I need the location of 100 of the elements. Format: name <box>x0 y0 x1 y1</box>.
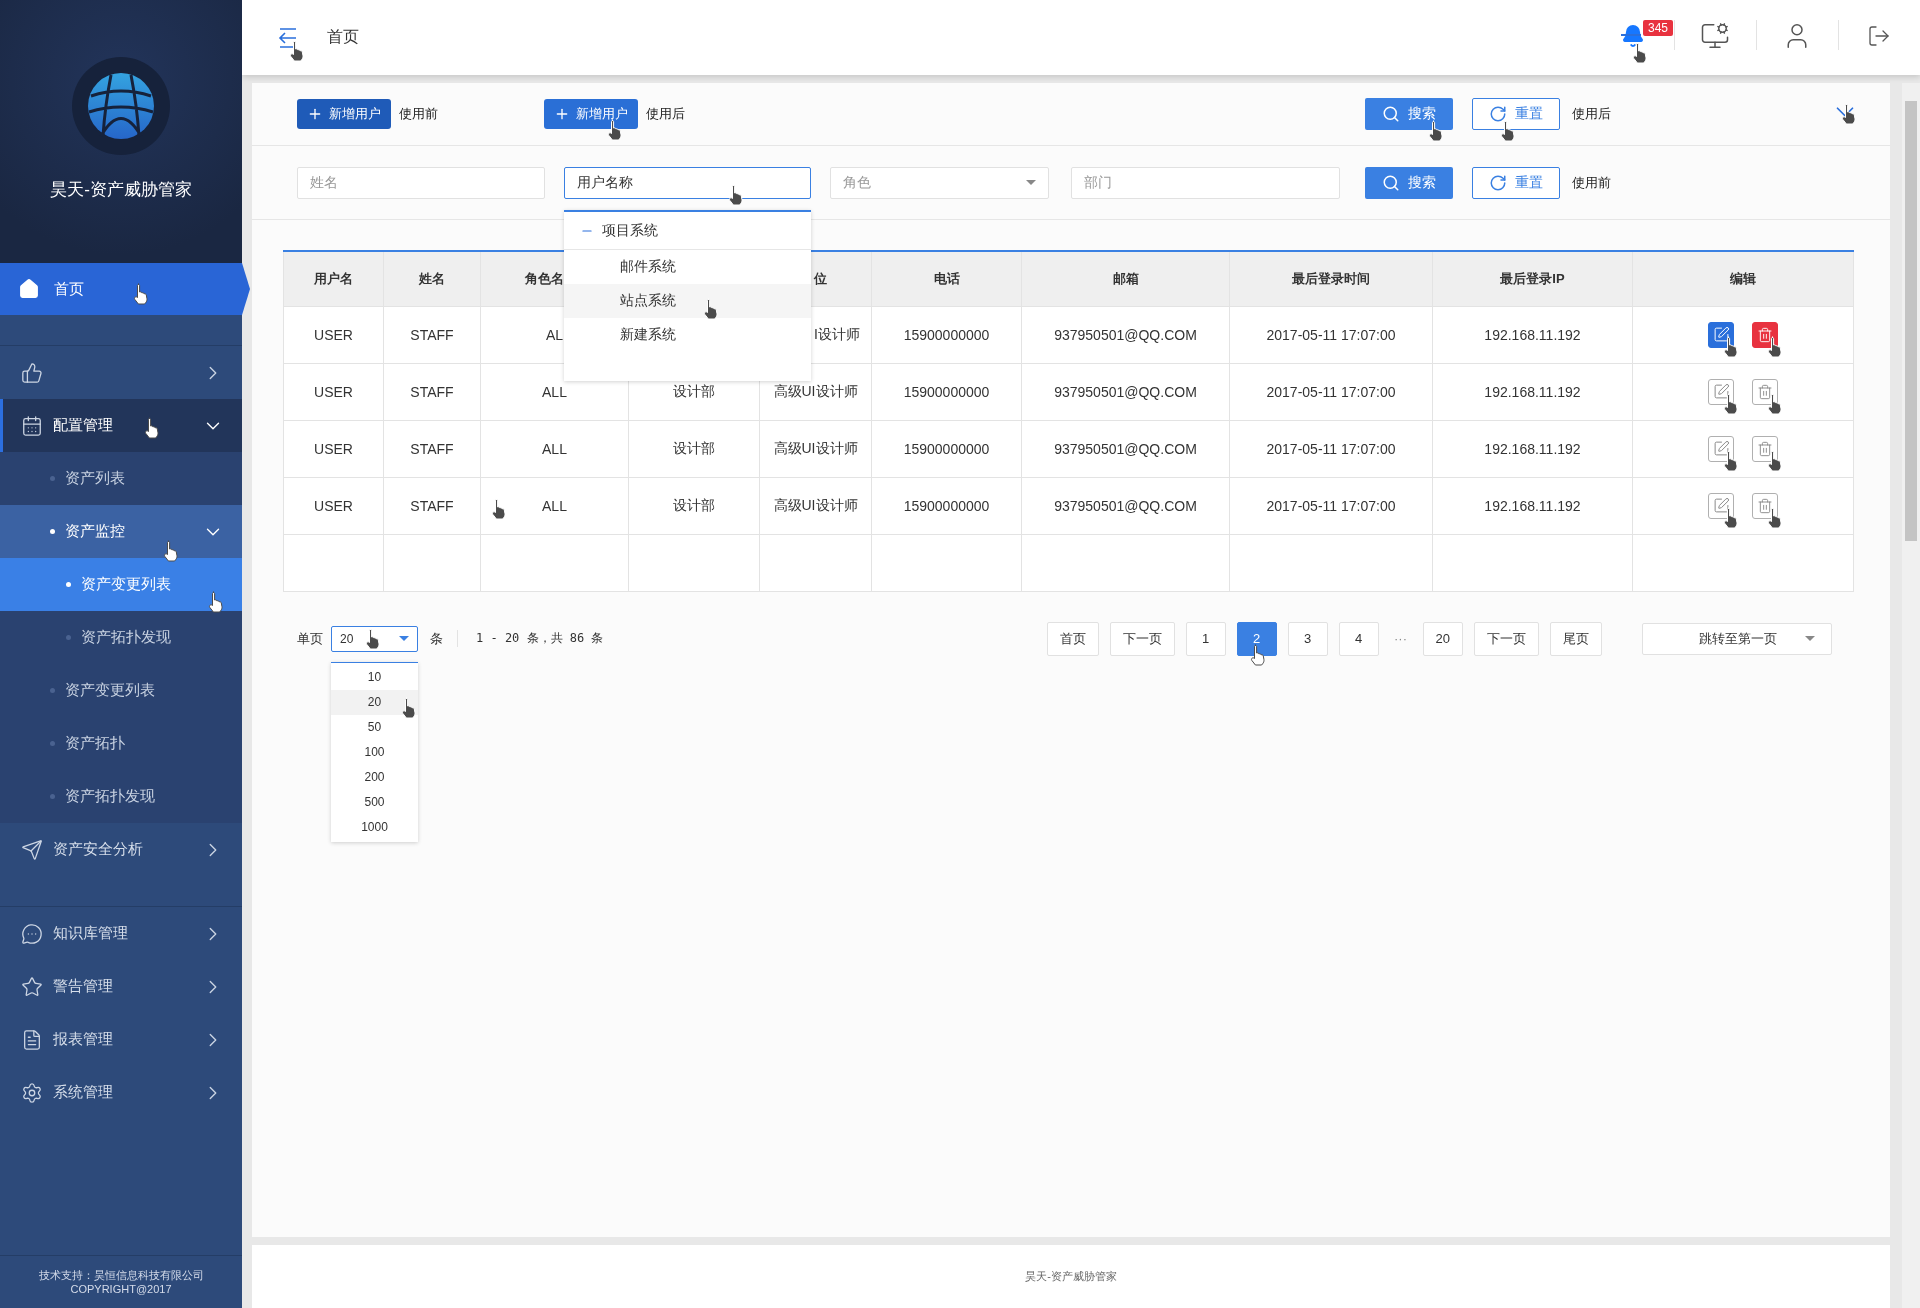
search-button[interactable]: 搜索 <box>1365 166 1453 199</box>
field-placeholder: 部门 <box>1084 173 1113 192</box>
edit-button[interactable] <box>1708 321 1734 348</box>
page-nav-button[interactable]: 首页 <box>1046 621 1099 656</box>
hand-cursor-icon <box>143 417 161 439</box>
table-cell: USER <box>283 477 384 534</box>
page-number-button[interactable]: 4 <box>1338 621 1379 656</box>
page-size-select[interactable]: 20 <box>331 625 418 652</box>
delete-button[interactable] <box>1752 321 1778 348</box>
column-header: 最后登录时间 <box>1229 251 1433 306</box>
refresh-icon <box>1489 173 1507 192</box>
submenu-item[interactable]: 资产变更列表 <box>0 558 242 611</box>
refresh-icon <box>1489 105 1507 123</box>
table-cell: STAFF <box>383 420 481 477</box>
chat-bubble-icon <box>21 922 43 945</box>
caret-icon <box>1026 180 1036 185</box>
hand-cursor-icon <box>1840 103 1858 125</box>
table-cell: 2017-05-11 17:07:00 <box>1229 363 1433 420</box>
field-value: 用户名称 <box>577 173 633 192</box>
menu-item[interactable]: 配置管理 <box>0 399 242 452</box>
reset-button[interactable]: 重置 <box>1472 166 1560 199</box>
table-cell: 15900000000 <box>871 477 1022 534</box>
globe-logo-icon <box>71 56 171 156</box>
table-cell: 设计部 <box>628 420 760 477</box>
hand-cursor-icon <box>1248 643 1267 666</box>
page-number-button[interactable]: 3 <box>1287 621 1328 656</box>
search-button[interactable]: 搜索 <box>1365 98 1453 130</box>
submenu-item[interactable]: 资产拓扑 <box>0 717 242 770</box>
table-cell: 192.168.11.192 <box>1432 363 1633 420</box>
annotation-note: 使用后 <box>1572 105 1611 123</box>
menu-item-label: 资产拓扑发现 <box>81 628 171 647</box>
menu-item-label: 首页 <box>54 279 84 299</box>
plus-icon <box>554 106 570 122</box>
page-size-option[interactable]: 1000 <box>331 814 418 840</box>
menu-item-label: 资产监控 <box>65 522 125 541</box>
edit-button[interactable] <box>1708 492 1734 519</box>
jump-to-page-select[interactable]: 跳转至第一页 <box>1642 622 1832 655</box>
table-cell: STAFF <box>383 306 481 363</box>
trash-icon <box>1757 326 1773 343</box>
notifications-button[interactable]: 345 <box>1592 0 1674 75</box>
table-cell: 192.168.11.192 <box>1432 477 1633 534</box>
hand-cursor-icon <box>162 540 180 562</box>
page-number-button[interactable]: 20 <box>1422 621 1463 656</box>
add-user-button[interactable]: 新增用户 <box>544 99 638 129</box>
copyright-text: COPYRIGHT@2017 <box>70 1282 172 1296</box>
page-size-option[interactable]: 500 <box>331 789 418 815</box>
page-nav-button[interactable]: 下一页 <box>1474 621 1539 656</box>
hand-cursor-icon <box>1722 335 1740 358</box>
table-cell: 192.168.11.192 <box>1432 420 1633 477</box>
table-cell: USER <box>283 306 384 363</box>
menu-item-label: 资产变更列表 <box>81 575 171 594</box>
column-header: 电话 <box>871 251 1022 306</box>
page-size-option[interactable]: 100 <box>331 739 418 765</box>
menu-item-label: 资产拓扑 <box>65 734 125 753</box>
hand-cursor-icon <box>606 119 624 141</box>
delete-button[interactable] <box>1752 492 1778 519</box>
bell-icon <box>1621 24 1645 48</box>
annotation-note: 使用后 <box>646 105 685 123</box>
submenu-item[interactable]: 资产拓扑发现 <box>0 611 242 664</box>
hand-cursor-icon <box>1722 392 1740 415</box>
menu-item[interactable]: 报表管理 <box>0 1013 242 1066</box>
page-ellipsis: ··· <box>1393 631 1409 646</box>
submenu-item[interactable]: 资产拓扑发现 <box>0 770 242 823</box>
hand-cursor-icon <box>1722 449 1740 472</box>
page-nav-button[interactable]: 尾页 <box>1550 621 1602 656</box>
thumbs-up-icon <box>21 361 43 384</box>
submenu-item[interactable]: 资产变更列表 <box>0 664 242 717</box>
delete-button[interactable] <box>1752 378 1778 405</box>
edit-button[interactable] <box>1708 378 1734 405</box>
reset-button[interactable]: 重置 <box>1472 98 1560 130</box>
column-header: 姓名 <box>383 251 481 306</box>
page-nav-button[interactable]: 下一页 <box>1109 621 1175 656</box>
table-cell: USER <box>283 420 384 477</box>
tree-option[interactable]: 站点系统 <box>564 283 811 318</box>
submenu-item[interactable]: 资产列表 <box>0 452 242 505</box>
menu-item-label: 系统管理 <box>53 1083 113 1102</box>
hand-cursor-icon <box>207 591 225 613</box>
page-size-option[interactable]: 10 <box>331 664 418 690</box>
menu-item[interactable]: 警告管理 <box>0 960 242 1013</box>
menu-item[interactable]: 系统管理 <box>0 1066 242 1119</box>
add-user-button[interactable]: 新增用户 <box>297 99 391 129</box>
edit-button[interactable] <box>1708 435 1734 462</box>
caret-icon <box>1805 636 1815 641</box>
delete-button[interactable] <box>1752 435 1778 462</box>
annotation-note: 使用前 <box>1572 173 1611 192</box>
hand-cursor-icon <box>1631 42 1649 64</box>
page-size-option[interactable]: 50 <box>331 714 418 740</box>
edit-icon <box>1712 326 1730 343</box>
notification-badge: 345 <box>1643 20 1674 36</box>
table-cell: 15900000000 <box>871 306 1022 363</box>
menu-item[interactable]: 资产安全分析 <box>0 823 242 876</box>
menu-item-label: 警告管理 <box>53 977 113 996</box>
tree-group[interactable]: 项目系统 <box>564 213 811 250</box>
menu-item[interactable]: 知识库管理 <box>0 907 242 960</box>
annotation-note: 使用前 <box>399 105 438 123</box>
page-number-button[interactable]: 1 <box>1185 621 1226 656</box>
table-cell: 2017-05-11 17:07:00 <box>1229 477 1433 534</box>
menu-item-label: 资产拓扑发现 <box>65 787 155 806</box>
field-placeholder: 姓名 <box>310 173 339 192</box>
page-size-option[interactable]: 200 <box>331 764 418 790</box>
